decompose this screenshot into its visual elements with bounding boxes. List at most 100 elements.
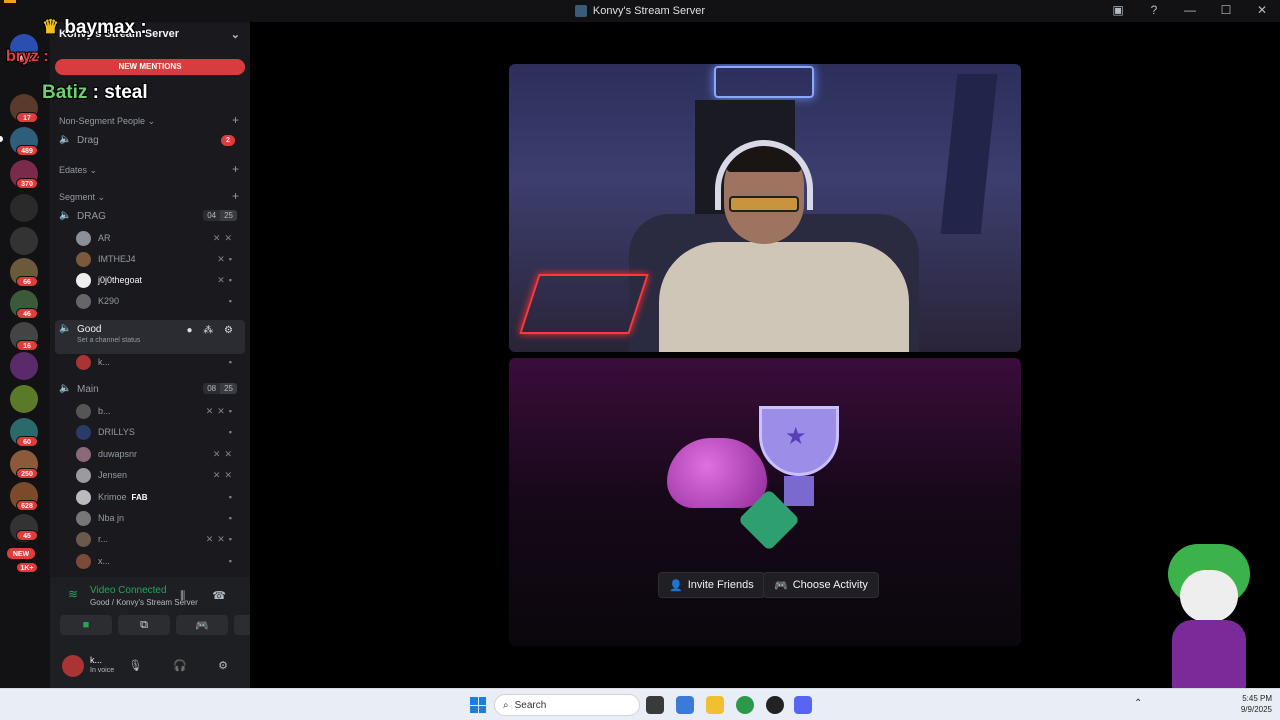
user-name: IMTHEJ4 [98,254,136,264]
chat-username: ♛ baymax : [42,17,147,38]
user-name: r... [98,534,109,544]
maximize-icon[interactable]: ☐ [1218,3,1234,17]
avatar [76,251,91,267]
voice-user[interactable]: K290 ▪ [76,292,242,310]
mascot-suit [1172,620,1246,690]
chat-text: steal [104,82,148,103]
chat-message: Batiz : steal [42,82,148,103]
minimize-icon[interactable]: — [1182,3,1198,17]
server-badge: 16 [16,340,38,351]
user-name: AR [98,233,111,243]
choose-activity-button[interactable]: 🎮 Choose Activity [763,572,879,598]
chevron-down-icon: ⌄ [97,192,106,202]
avatar [76,293,91,309]
avatar [76,403,91,419]
clock-time: 5:45 PM [1242,694,1272,703]
chat-user: baymax [64,17,136,38]
server-badge-new: NEW [6,547,36,560]
rtc-controls[interactable]: ⫼ ☎ [180,589,238,603]
server-badge: 628 [16,500,38,511]
gamepad-icon: 🎮 [195,619,209,632]
voice-user[interactable]: IMTHEJ4 ✕▪ [76,250,242,268]
unread-dot [0,136,3,142]
voice-user[interactable]: Krimoe FAB ▪ [76,488,242,506]
task-view-icon[interactable] [646,696,664,714]
server-icon-6[interactable] [10,227,38,255]
voice-channel-drag[interactable]: 🔈 DRAG 04 25 [55,206,245,226]
server-icon-10[interactable] [10,352,38,380]
avatar [76,467,91,483]
clock[interactable]: 5:45 PM 9/9/2025 [1241,693,1272,715]
connection-status[interactable]: Video Connected [90,585,167,596]
voice-user[interactable]: AR ✕✕ [76,229,242,247]
voice-user[interactable]: b... ✕✕▪ [76,402,242,420]
category-non-segment[interactable]: Non-Segment People ⌄ [59,116,155,127]
category-segment[interactable]: Segment ⌄ [59,192,105,203]
red-neon-sign [519,274,649,334]
trophy-base [784,476,814,506]
voice-user[interactable]: duwapsnr ✕✕ [76,445,242,463]
voice-user[interactable]: k... ▪ [76,353,242,371]
server-badge: 45 [16,530,38,541]
close-icon[interactable]: ✕ [1254,3,1270,17]
voice-channel-drag-top[interactable]: 🔈 Drag 2 [55,130,245,150]
signal-icon[interactable]: ≋ [68,587,78,601]
help-icon[interactable]: ? [1146,3,1162,17]
camera-button[interactable]: ■ [60,615,112,635]
clock-date: 9/9/2025 [1240,705,1272,714]
file-explorer-icon[interactable] [706,696,724,714]
user-name: Jensen [98,470,128,480]
video-tile[interactable] [509,64,1021,352]
discord-icon[interactable] [794,696,812,714]
activity-button[interactable]: 🎮 [176,615,228,635]
user-name: Krimoe [98,492,127,502]
avatar [76,531,91,547]
user-name: k... [90,655,103,665]
neon-sign [714,66,814,98]
window-title: Konvy's Stream Server [592,5,706,17]
avatar[interactable] [62,655,84,677]
button-label: Invite Friends [687,579,754,591]
chat-username: bryz : [6,48,49,65]
voice-user[interactable]: DRILLYS ▪ [76,423,242,441]
voice-channel-good[interactable]: 🔈 Good Set a channel status ● ⁂ ⚙ [55,320,245,354]
channel-status[interactable]: Set a channel status [77,337,140,344]
voice-user[interactable]: Nba jn ▪ [76,509,242,527]
invite-friends-button[interactable]: 👤 Invite Friends [658,572,765,598]
voice-channel-main[interactable]: 🔈 Main 08 25 [55,379,245,399]
user-count: 25 [220,210,237,221]
user-count: 25 [220,383,237,394]
voice-user[interactable]: r... ✕✕▪ [76,530,242,548]
stream-chat-overlay: ♛ baymax : bryz : Batiz : steal [0,14,250,104]
user-controls[interactable]: 🎙 🎧 ⚙ [128,659,242,672]
muted-deafened-icon: ✕✕▪ [205,405,236,416]
wall-flag [940,74,998,234]
chrome-icon[interactable] [736,696,754,714]
speaker-icon: 🔈 [59,383,72,394]
camera-icon: ■ [82,619,90,631]
screen-share-button[interactable]: ⧉ [118,615,170,635]
user-panel: k... In voice 🎙 🎧 ⚙ [60,653,244,681]
joker-mascot [1160,540,1256,690]
inbox-icon[interactable]: ▣ [1110,3,1126,17]
avatar [76,424,91,440]
taskbar-search[interactable]: ⌕ Search [494,694,640,716]
add-channel-icon[interactable]: + [232,189,239,203]
voice-user[interactable]: x... ▪ [76,552,242,570]
tray-chevron-icon[interactable]: ⌃ [1134,698,1142,709]
voice-user[interactable]: Jensen ✕✕ [76,466,242,484]
app-icon[interactable] [766,696,784,714]
muted-deafened-icon: ✕✕▪ [205,533,236,544]
start-button[interactable] [470,697,486,713]
channel-actions[interactable]: ● ⁂ ⚙ [186,325,237,336]
channel-name: Main [77,383,99,395]
speaker-icon: 🔈 [59,210,72,221]
add-channel-icon[interactable]: + [232,113,239,127]
copilot-icon[interactable] [676,696,694,714]
server-icon-11[interactable] [10,385,38,413]
server-icon-5[interactable] [10,194,38,222]
server-badge: 66 [16,276,38,287]
category-edates[interactable]: Edates ⌄ [59,165,97,176]
voice-user[interactable]: j0j0thegoat ✕▪ [76,271,242,289]
add-channel-icon[interactable]: + [232,162,239,176]
